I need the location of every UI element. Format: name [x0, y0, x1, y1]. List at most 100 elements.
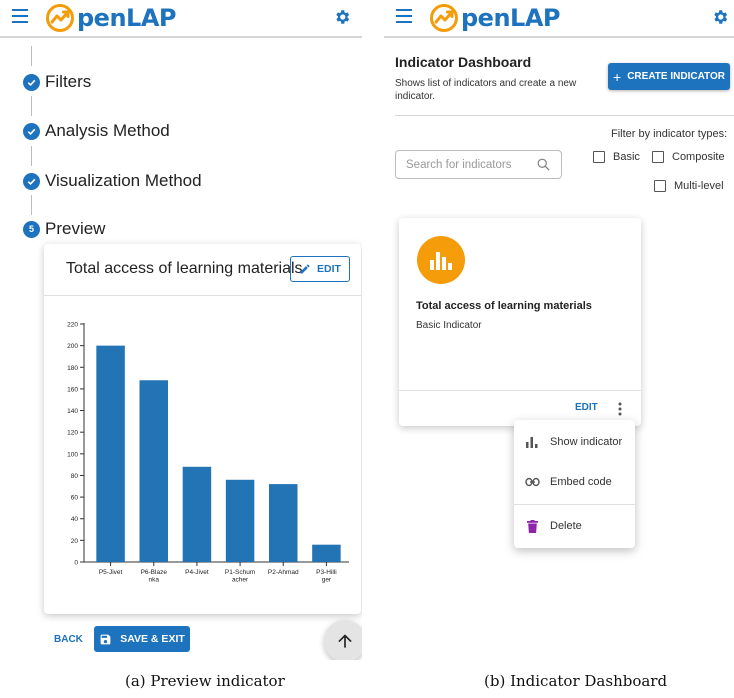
trash-icon	[526, 519, 538, 533]
menu-divider	[514, 504, 635, 505]
hamburger-menu-icon[interactable]	[396, 9, 412, 23]
link-icon	[524, 477, 540, 487]
bar-p3-hilliger	[312, 544, 341, 562]
plus-icon: +	[613, 68, 622, 85]
bar-chart-icon	[417, 236, 465, 284]
checkbox-label: Basic	[613, 151, 640, 163]
indicator-card[interactable]: Total access of learning materials Basic…	[399, 218, 641, 426]
y-tick-label: 120	[67, 430, 78, 437]
caption-left: (a) Preview indicator	[125, 672, 285, 690]
logo-trend-icon	[46, 4, 74, 32]
y-tick-label: 140	[67, 408, 78, 415]
edit-label: EDIT	[317, 263, 341, 275]
checkbox-icon	[652, 151, 664, 163]
app-bar: penLAP	[384, 0, 734, 38]
preview-title: Total access of learning materials	[66, 260, 303, 277]
filter-composite-checkbox[interactable]: Composite	[652, 151, 725, 163]
search-input[interactable]: Search for indicators	[395, 150, 562, 179]
bar-p6-blazenka	[139, 380, 168, 562]
indicator-edit-button[interactable]: EDIT	[575, 402, 598, 413]
dashboard-subtitle: Shows list of indicators and create a ne…	[395, 78, 577, 102]
bar-p2-ahmad	[269, 484, 298, 562]
x-tick-label: P6-Blaze	[141, 569, 168, 576]
checkbox-label: Composite	[672, 151, 725, 163]
preview-panel: penLAP Filters Analysis Method Visualiza…	[0, 0, 362, 660]
y-tick-label: 20	[71, 538, 79, 545]
filter-multilevel-checkbox[interactable]: Multi-level	[654, 180, 724, 192]
y-tick-label: 80	[71, 473, 79, 480]
search-placeholder: Search for indicators	[406, 159, 512, 171]
step-preview[interactable]: 5 Preview	[23, 219, 105, 239]
logo-trend-icon	[430, 4, 458, 32]
y-tick-label: 220	[67, 322, 78, 329]
y-tick-label: 200	[67, 343, 78, 350]
step-label: Analysis Method	[45, 121, 170, 140]
step-connector	[31, 195, 32, 215]
app-bar: penLAP	[0, 0, 362, 38]
x-tick-label: P5-Jivet	[99, 569, 123, 576]
step-analysis-method[interactable]: Analysis Method	[23, 121, 170, 141]
indicator-context-menu: Show indicator Embed code Delete	[514, 420, 635, 548]
create-indicator-label: CREATE INDICATOR	[627, 71, 725, 82]
x-tick-label: P3-Hilli	[316, 569, 337, 576]
indicator-name: Total access of learning materials	[416, 300, 592, 312]
dashboard-panel: penLAP Indicator Dashboard Shows list of…	[384, 0, 734, 660]
step-connector	[31, 146, 32, 166]
pencil-icon	[300, 264, 310, 274]
x-tick-label: P2-Ahmad	[268, 569, 299, 576]
check-icon	[23, 172, 40, 190]
checkbox-label: Multi-level	[674, 180, 724, 192]
save-icon	[100, 634, 111, 644]
bar-chart-icon	[526, 437, 538, 448]
save-exit-label: SAVE & EXIT	[120, 633, 185, 645]
indicator-type: Basic Indicator	[416, 320, 482, 331]
x-tick-label: nka	[149, 577, 160, 584]
scroll-top-button[interactable]	[324, 620, 362, 660]
step-label: Preview	[45, 219, 106, 238]
settings-gear-icon[interactable]	[333, 8, 351, 26]
filter-basic-checkbox[interactable]: Basic	[593, 151, 640, 163]
edit-button[interactable]: EDIT	[290, 256, 350, 282]
menu-item-label: Delete	[550, 520, 582, 532]
check-icon	[23, 122, 40, 140]
save-exit-button[interactable]: SAVE & EXIT	[94, 626, 190, 652]
step-number-badge: 5	[23, 220, 40, 238]
search-icon	[537, 158, 550, 171]
y-tick-label: 160	[67, 386, 78, 393]
preview-card-header: Total access of learning materials EDIT	[44, 244, 361, 296]
y-tick-label: 100	[67, 451, 78, 458]
menu-item-show-indicator[interactable]: Show indicator	[514, 422, 635, 462]
step-connector	[31, 46, 32, 66]
arrow-up-icon	[338, 634, 352, 648]
hamburger-menu-icon[interactable]	[12, 9, 28, 23]
step-label: Filters	[45, 72, 92, 91]
y-tick-label: 0	[74, 560, 78, 567]
step-filters[interactable]: Filters	[23, 72, 91, 92]
bar-p5-jivet	[96, 345, 125, 562]
x-tick-label: P1-Schum	[225, 569, 255, 576]
bar-p1-schumacher	[225, 479, 255, 562]
more-vert-icon[interactable]	[612, 400, 628, 418]
menu-item-embed-code[interactable]: Embed code	[514, 462, 635, 502]
logo-text: penLAP	[77, 4, 177, 32]
app-logo[interactable]: penLAP	[44, 1, 177, 35]
back-button[interactable]: BACK	[54, 634, 83, 645]
step-visualization-method[interactable]: Visualization Method	[23, 171, 202, 191]
logo-text: penLAP	[461, 4, 561, 32]
y-tick-label: 40	[71, 516, 79, 523]
settings-gear-icon[interactable]	[711, 8, 729, 26]
step-connector	[31, 96, 32, 116]
menu-item-delete[interactable]: Delete	[514, 506, 635, 546]
app-logo[interactable]: penLAP	[428, 1, 561, 35]
menu-item-label: Embed code	[550, 476, 612, 488]
y-tick-label: 180	[67, 365, 78, 372]
checkbox-icon	[593, 151, 605, 163]
create-indicator-button[interactable]: + CREATE INDICATOR	[608, 63, 730, 90]
bar-chart: 0 20 40 60 80 100 120 140 160 180 200 220 P5-Jivet P6…	[67, 322, 349, 584]
filter-type-label: Filter by indicator types:	[611, 128, 728, 140]
checkbox-icon	[654, 180, 666, 192]
check-icon	[23, 73, 40, 91]
divider	[395, 115, 734, 116]
menu-item-label: Show indicator	[550, 436, 623, 448]
x-tick-label: P4-Jivet	[185, 569, 209, 576]
